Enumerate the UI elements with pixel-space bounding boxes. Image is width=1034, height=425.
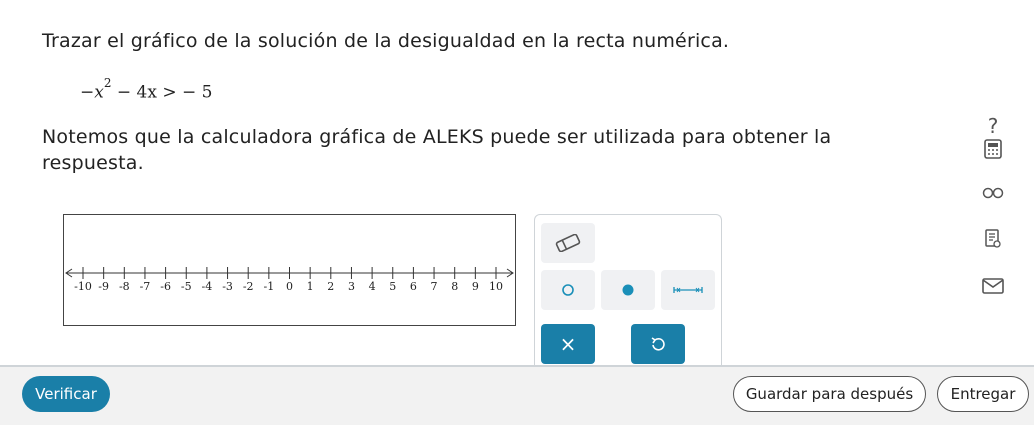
- prompt-text: Trazar el gráfico de la solución de la d…: [42, 30, 730, 52]
- inequality-neg: −: [80, 82, 95, 103]
- number-line-svg[interactable]: -10 -9 -8 -7 -6 -5 -4 -3 -2 -1 0 1 2 3 4 5 6 7 8 9 10: [64, 215, 515, 325]
- tick-label: 0: [286, 280, 293, 293]
- inequality-exponent: 2: [103, 76, 112, 90]
- tick-label: 6: [410, 280, 417, 293]
- verify-button[interactable]: Verificar: [22, 376, 110, 412]
- tick-label: -1: [263, 280, 274, 293]
- inequality-var: x: [94, 82, 104, 103]
- tick-label: -4: [202, 280, 213, 293]
- tick-label: -10: [74, 280, 92, 293]
- tick-label: 8: [451, 280, 458, 293]
- segment-tool-button[interactable]: [661, 270, 715, 310]
- tick-label: -8: [119, 280, 130, 293]
- open-point-tool-button[interactable]: [541, 270, 595, 310]
- tick-label: 9: [472, 280, 479, 293]
- tools-panel: ×: [534, 214, 722, 365]
- closed-circle-icon: [622, 284, 634, 296]
- tick-label: 2: [327, 280, 334, 293]
- segment-icon: [673, 287, 703, 293]
- tick-label: -3: [222, 280, 233, 293]
- tick-label: 5: [389, 280, 396, 293]
- mail-icon[interactable]: [980, 273, 1006, 299]
- clear-button[interactable]: ×: [541, 324, 595, 364]
- number-line-graph[interactable]: -10 -9 -8 -7 -6 -5 -4 -3 -2 -1 0 1 2 3 4 5 6 7 8 9 10: [63, 214, 516, 326]
- submit-button[interactable]: Entregar: [937, 376, 1029, 412]
- tick-label: 10: [489, 280, 503, 293]
- hint-note: Notemos que la calculadora gráfica de AL…: [42, 126, 832, 174]
- tick-label: -5: [181, 280, 192, 293]
- tick-label: 1: [307, 280, 314, 293]
- open-circle-icon: [562, 284, 574, 296]
- eraser-icon: [555, 234, 581, 252]
- closed-point-tool-button[interactable]: [601, 270, 655, 310]
- eraser-tool-button[interactable]: [541, 223, 595, 263]
- save-for-later-button[interactable]: Guardar para después: [733, 376, 926, 412]
- notes-icon[interactable]: [980, 226, 1006, 252]
- tick-label: -6: [160, 280, 171, 293]
- tick-label: -9: [98, 280, 109, 293]
- calculator-icon[interactable]: [980, 136, 1006, 162]
- tick-label: -7: [140, 280, 151, 293]
- glasses-icon[interactable]: [980, 180, 1006, 206]
- side-toolbar: ?: [970, 0, 1030, 360]
- undo-button[interactable]: [631, 324, 685, 364]
- inequality-rest: − 4x > − 5: [111, 82, 213, 103]
- tick-label: 4: [369, 280, 376, 293]
- inequality-expression: −x2 − 4x > − 5: [80, 76, 213, 103]
- tick-label: -2: [243, 280, 254, 293]
- undo-icon: [651, 337, 665, 351]
- tick-label: 7: [431, 280, 438, 293]
- tick-label: 3: [348, 280, 355, 293]
